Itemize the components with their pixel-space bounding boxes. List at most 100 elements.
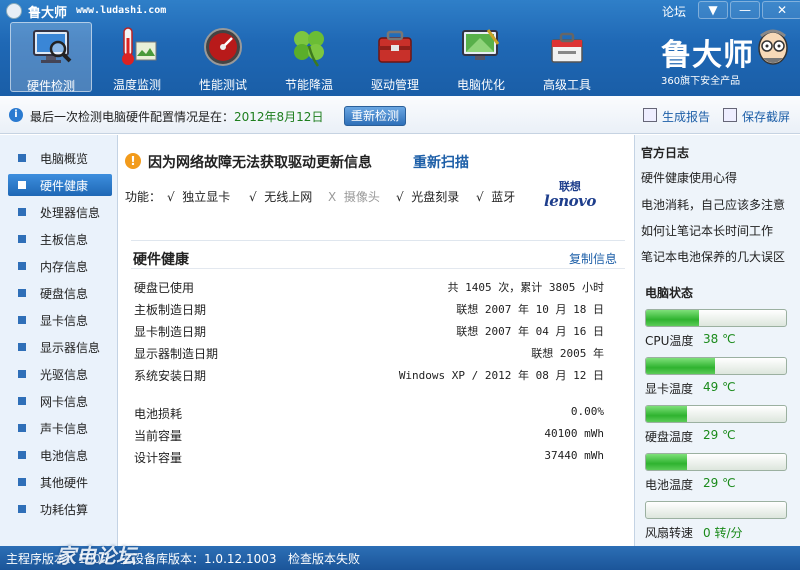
feature-item: √ 光盘刻录: [396, 188, 459, 205]
sidebar-item-label: 显卡信息: [40, 314, 89, 328]
monitor-sweep-icon: [462, 29, 500, 60]
sidebar-item-network[interactable]: 网卡信息: [8, 390, 112, 412]
info-row: 硬盘已使用 共 1405 次，累计 3805 小时: [134, 279, 604, 297]
sidebar-item-label: 内存信息: [40, 260, 89, 274]
watermark: 家电论坛: [56, 544, 136, 568]
divider: [131, 240, 625, 241]
tab-label: 电脑优化: [456, 78, 505, 92]
battery-row: 电池损耗 0.00%: [134, 405, 604, 423]
meter-value: 0 转/分: [703, 526, 743, 540]
sidebar-item-display[interactable]: 显示器信息: [8, 336, 112, 358]
sidebar-item-optical-drive[interactable]: 光驱信息: [8, 363, 112, 385]
feature-item: X 摄像头: [328, 188, 380, 205]
sidebar-item-motherboard[interactable]: 主板信息: [8, 228, 112, 250]
info-icon: i: [9, 108, 23, 122]
copy-info-link[interactable]: 复制信息: [569, 250, 617, 267]
row-label: 主板制造日期: [134, 303, 207, 317]
sidebar-item-cpu[interactable]: 处理器信息: [8, 201, 112, 223]
info-row: 显示器制造日期 联想 2005 年: [134, 345, 604, 363]
cpu-temp-meter: [645, 309, 787, 327]
app-title: 鲁大师: [28, 6, 68, 21]
tab-label: 驱动管理: [370, 78, 419, 92]
blog-link[interactable]: 电池消耗，自己应该多注意: [641, 196, 785, 213]
sidebar-item-overview[interactable]: 电脑概览: [8, 147, 112, 169]
tab-energy-saving[interactable]: 节能降温: [268, 22, 350, 92]
meter-value: 29 ℃: [703, 428, 736, 442]
sidebar-item-power-estimate[interactable]: 功耗估算: [8, 498, 112, 520]
menu-button[interactable]: ▼: [698, 1, 728, 19]
sidebar-item-graphics[interactable]: 显卡信息: [8, 309, 112, 331]
bullet-icon: [18, 451, 26, 459]
tab-label: 高级工具: [542, 78, 591, 92]
sidebar-item-label: 硬盘信息: [40, 287, 89, 301]
check-icon: √: [476, 190, 484, 204]
forum-link[interactable]: 论坛: [662, 3, 686, 20]
sidebar-item-label: 光驱信息: [40, 368, 89, 382]
main-content: ! 因为网络故障无法获取驱动更新信息 重新扫描 功能： √ 独立显卡 √ 无线上…: [119, 135, 633, 546]
tab-label: 性能测试: [198, 78, 247, 92]
clover-icon: [294, 31, 324, 67]
sidebar-item-sound[interactable]: 声卡信息: [8, 417, 112, 439]
tab-driver-management[interactable]: 驱动管理: [354, 22, 436, 92]
sidebar-item-label: 主板信息: [40, 233, 89, 247]
sidebar: 电脑概览 硬件健康 处理器信息 主板信息 内存信息 硬盘信息 显卡信息 显示器信…: [0, 135, 118, 546]
row-label: 显示器制造日期: [134, 347, 219, 361]
tab-temperature[interactable]: 温度监测: [96, 22, 178, 92]
monitor-magnifier-icon: [33, 30, 72, 63]
blog-link[interactable]: 如何让笔记本长时间工作: [641, 222, 773, 239]
tab-performance[interactable]: 性能测试: [182, 22, 264, 92]
battery-row: 当前容量 40100 mWh: [134, 427, 604, 445]
meter-label: 风扇转速: [645, 526, 694, 540]
tab-label: 节能降温: [284, 78, 333, 92]
row-value: 37440 mWh: [544, 449, 604, 462]
sidebar-item-battery[interactable]: 电池信息: [8, 444, 112, 466]
meter-value: 49 ℃: [703, 380, 736, 394]
sidebar-item-other-hardware[interactable]: 其他硬件: [8, 471, 112, 493]
row-value: 联想 2007 年 04 月 16 日: [456, 325, 604, 338]
check-icon: √: [167, 190, 175, 204]
bullet-icon: [18, 208, 26, 216]
right-panel: 官方日志 硬件健康使用心得 电池消耗，自己应该多注意 如何让笔记本长时间工作 笔…: [634, 135, 800, 546]
blog-title: 官方日志: [641, 146, 690, 160]
disk-temp-meter: [645, 405, 787, 423]
bullet-icon: [18, 235, 26, 243]
tab-optimization[interactable]: 电脑优化: [440, 22, 522, 92]
battery-row: 设计容量 37440 mWh: [134, 449, 604, 467]
sidebar-item-hardware-health[interactable]: 硬件健康: [8, 174, 112, 196]
tab-label: 硬件检测: [26, 79, 75, 93]
blog-link[interactable]: 笔记本电池保养的几大误区: [641, 248, 785, 265]
sidebar-item-memory[interactable]: 内存信息: [8, 255, 112, 277]
fan-speed-meter: [645, 501, 787, 519]
sidebar-item-label: 其他硬件: [40, 476, 89, 490]
rescan-link[interactable]: 重新扫描: [413, 152, 469, 172]
close-button[interactable]: ✕: [762, 1, 800, 19]
info-row: 主板制造日期 联想 2007 年 10 月 18 日: [134, 301, 604, 319]
toolbox-icon: [378, 30, 412, 63]
tab-hardware-check[interactable]: 硬件检测: [10, 22, 92, 93]
feature-item: √ 独立显卡: [167, 188, 230, 205]
meter-label: 硬盘温度: [645, 430, 694, 444]
feature-item: √ 无线上网: [249, 188, 312, 205]
sidebar-item-label: 功耗估算: [40, 503, 89, 517]
minimize-button[interactable]: —: [730, 1, 760, 19]
brand: 鲁大师 360旗下安全产品: [655, 29, 795, 90]
feature-label: 无线上网: [264, 190, 313, 204]
recheck-button[interactable]: 重新检测: [344, 106, 406, 126]
battery-temp-meter: [645, 453, 787, 471]
check-icon: √: [396, 190, 404, 204]
bullet-icon: [18, 262, 26, 270]
meter-fill: [646, 454, 687, 470]
generate-report-link[interactable]: 生成报告: [662, 108, 710, 125]
tab-advanced-tools[interactable]: 高级工具: [526, 22, 608, 92]
blog-link[interactable]: 硬件健康使用心得: [641, 169, 737, 186]
sidebar-item-disk[interactable]: 硬盘信息: [8, 282, 112, 304]
row-label: 硬盘已使用: [134, 281, 195, 295]
driver-warning: 因为网络故障无法获取驱动更新信息: [148, 155, 372, 171]
save-screenshot-link[interactable]: 保存截屏: [742, 108, 790, 125]
check-icon: √: [249, 190, 257, 204]
app-url: www.ludashi.com: [76, 5, 167, 16]
feature-label: 蓝牙: [491, 190, 516, 204]
brand-name: 鲁大师: [661, 38, 754, 73]
header: 鲁大师 www.ludashi.com 论坛 ▼ — ✕ 硬件检测 温度监测 性…: [0, 0, 800, 96]
bullet-icon: [18, 505, 26, 513]
